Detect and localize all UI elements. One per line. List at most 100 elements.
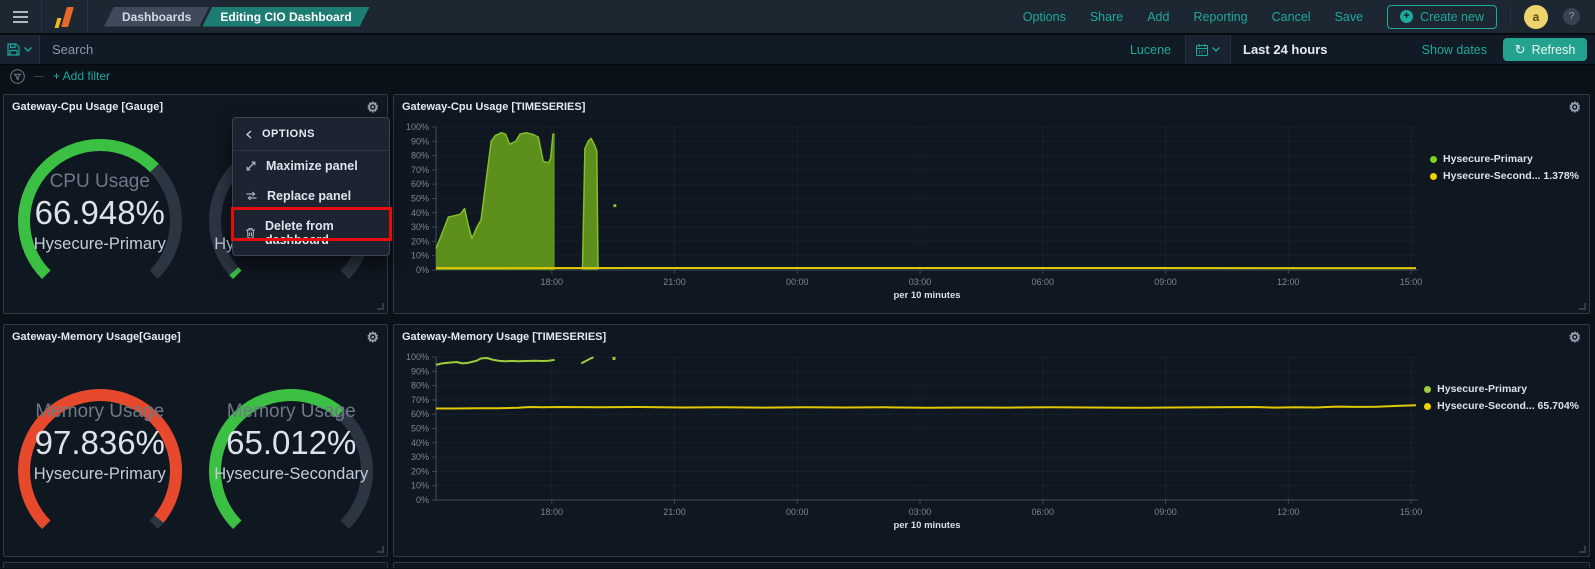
svg-text:70%: 70% — [411, 165, 429, 175]
panel-title[interactable]: Gateway-Cpu Usage [Gauge] — [12, 101, 163, 113]
svg-text:20%: 20% — [411, 236, 429, 246]
svg-text:0%: 0% — [416, 265, 429, 275]
svg-text:50%: 50% — [411, 194, 429, 204]
menu-toggle-button[interactable] — [0, 0, 42, 33]
breadcrumb-dashboards[interactable]: Dashboards — [104, 7, 209, 27]
refresh-button[interactable]: ↻ Refresh — [1503, 38, 1587, 61]
chart-legend: Hysecure-Primary Hysecure-Second... 65.70… — [1424, 383, 1579, 417]
svg-text:0%: 0% — [416, 495, 429, 505]
trash-icon — [245, 227, 256, 239]
breadcrumb: Dashboards Editing CIO Dashboard — [104, 7, 370, 27]
panel-menu-items: Maximize panelReplace panelDelete from d… — [233, 151, 389, 255]
replace-icon — [245, 191, 258, 201]
legend-dot — [1424, 386, 1431, 393]
svg-text:10%: 10% — [411, 481, 429, 491]
time-range-value[interactable]: Last 24 hours — [1243, 42, 1328, 57]
svg-text:80%: 80% — [411, 151, 429, 161]
next-panel-sliver — [3, 562, 388, 568]
create-new-button[interactable]: + Create new — [1387, 5, 1497, 29]
saved-query-menu-button[interactable] — [0, 35, 40, 64]
gauge-arc — [10, 381, 190, 553]
svg-text:18:00: 18:00 — [541, 277, 564, 287]
time-range-section: Last 24 hours Show dates — [1231, 35, 1499, 64]
svg-text:60%: 60% — [411, 409, 429, 419]
chevron-down-icon — [1212, 47, 1220, 52]
svg-text:06:00: 06:00 — [1032, 277, 1055, 287]
search-input[interactable] — [40, 35, 1116, 64]
add-filter-link[interactable]: + Add filter — [53, 69, 110, 83]
filter-icon — [10, 69, 25, 84]
nav-link-options[interactable]: Options — [1023, 10, 1066, 24]
svg-text:90%: 90% — [411, 136, 429, 146]
plus-circle-icon: + — [1400, 10, 1413, 23]
resize-handle[interactable] — [377, 546, 384, 553]
svg-text:06:00: 06:00 — [1032, 507, 1055, 517]
svg-text:80%: 80% — [411, 381, 429, 391]
timeseries-chart[interactable]: 18:0021:0000:0003:0006:0009:0012:0015:00… — [394, 117, 1424, 302]
panel-options-menu: OPTIONS Maximize panelReplace panelDelet… — [232, 117, 390, 256]
svg-text:18:00: 18:00 — [541, 507, 564, 517]
svg-text:per 10 minutes: per 10 minutes — [893, 290, 960, 301]
show-dates-link[interactable]: Show dates — [1422, 43, 1487, 57]
panel-memory-gauge: Gateway-Memory Usage[Gauge] ⚙ Memory Usa… — [3, 324, 388, 557]
timeseries-chart[interactable]: 18:0021:0000:0003:0006:0009:0012:0015:00… — [394, 347, 1424, 532]
resize-handle[interactable] — [377, 303, 384, 310]
svg-text:12:00: 12:00 — [1277, 277, 1300, 287]
svg-text:10%: 10% — [411, 251, 429, 261]
refresh-label: Refresh — [1532, 43, 1576, 57]
gear-icon[interactable]: ⚙ — [1568, 100, 1581, 114]
svg-text:30%: 30% — [411, 222, 429, 232]
nav-link-share[interactable]: Share — [1090, 10, 1123, 24]
panel-memory-timeseries: Gateway-Memory Usage [TIMESERIES] ⚙ 18:0… — [393, 324, 1590, 557]
query-language-button[interactable]: Lucene — [1116, 35, 1185, 64]
breadcrumb-editing-dashboard: Editing CIO Dashboard — [202, 7, 369, 27]
nav-link-reporting[interactable]: Reporting — [1193, 10, 1247, 24]
filter-bar: + Add filter — [0, 65, 1595, 87]
panel-title[interactable]: Gateway-Memory Usage [TIMESERIES] — [402, 331, 606, 343]
gear-icon[interactable]: ⚙ — [366, 330, 379, 344]
legend-item[interactable]: Hysecure-Second... 65.704% — [1424, 400, 1579, 412]
chevron-left-icon — [245, 130, 253, 139]
svg-text:30%: 30% — [411, 452, 429, 462]
menu-item-maximize-panel[interactable]: Maximize panel — [233, 151, 389, 181]
svg-text:15:00: 15:00 — [1400, 277, 1423, 287]
svg-text:70%: 70% — [411, 395, 429, 405]
gear-icon[interactable]: ⚙ — [366, 100, 379, 114]
date-picker-menu-button[interactable] — [1185, 35, 1231, 64]
svg-text:09:00: 09:00 — [1154, 277, 1177, 287]
resize-handle[interactable] — [1579, 303, 1586, 310]
svg-text:00:00: 00:00 — [786, 507, 809, 517]
svg-text:40%: 40% — [411, 438, 429, 448]
gauge-memory-primary: Memory Usage 97.836% Hysecure-Primary — [4, 347, 196, 553]
panel-title[interactable]: Gateway-Cpu Usage [TIMESERIES] — [402, 101, 585, 113]
panel-title[interactable]: Gateway-Memory Usage[Gauge] — [12, 331, 181, 343]
create-new-label: Create new — [1420, 10, 1484, 24]
dashboard-canvas: Gateway-Cpu Usage [Gauge] ⚙ CPU Usage 66… — [0, 87, 1595, 568]
filter-dash — [34, 76, 44, 77]
svg-text:21:00: 21:00 — [663, 277, 686, 287]
menu-item-replace-panel[interactable]: Replace panel — [233, 181, 389, 211]
legend-item[interactable]: Hysecure-Second... 1.378% — [1430, 170, 1579, 182]
gear-icon[interactable]: ⚙ — [1568, 330, 1581, 344]
resize-handle[interactable] — [1579, 546, 1586, 553]
svg-text:20%: 20% — [411, 466, 429, 476]
svg-text:90%: 90% — [411, 366, 429, 376]
svg-text:00:00: 00:00 — [786, 277, 809, 287]
calendar-icon — [1196, 44, 1208, 56]
avatar[interactable]: a — [1524, 5, 1548, 29]
nav-link-add[interactable]: Add — [1147, 10, 1169, 24]
app-logo — [42, 0, 88, 33]
nav-divider — [1510, 7, 1511, 27]
save-icon — [7, 43, 20, 56]
help-icon[interactable]: ? — [1563, 8, 1580, 25]
nav-link-save[interactable]: Save — [1335, 10, 1364, 24]
legend-item[interactable]: Hysecure-Primary — [1430, 153, 1579, 165]
nav-link-cancel[interactable]: Cancel — [1272, 10, 1311, 24]
refresh-icon: ↻ — [1515, 42, 1526, 58]
svg-text:100%: 100% — [406, 352, 429, 362]
legend-item[interactable]: Hysecure-Primary — [1424, 383, 1579, 395]
menu-header-back[interactable]: OPTIONS — [233, 118, 389, 151]
query-bar: Lucene Last 24 hours Show dates ↻ Refres… — [0, 35, 1595, 65]
menu-item-delete-from-dashboard[interactable]: Delete from dashboard — [233, 211, 389, 255]
top-navigation-bar: Dashboards Editing CIO Dashboard Options… — [0, 0, 1595, 35]
